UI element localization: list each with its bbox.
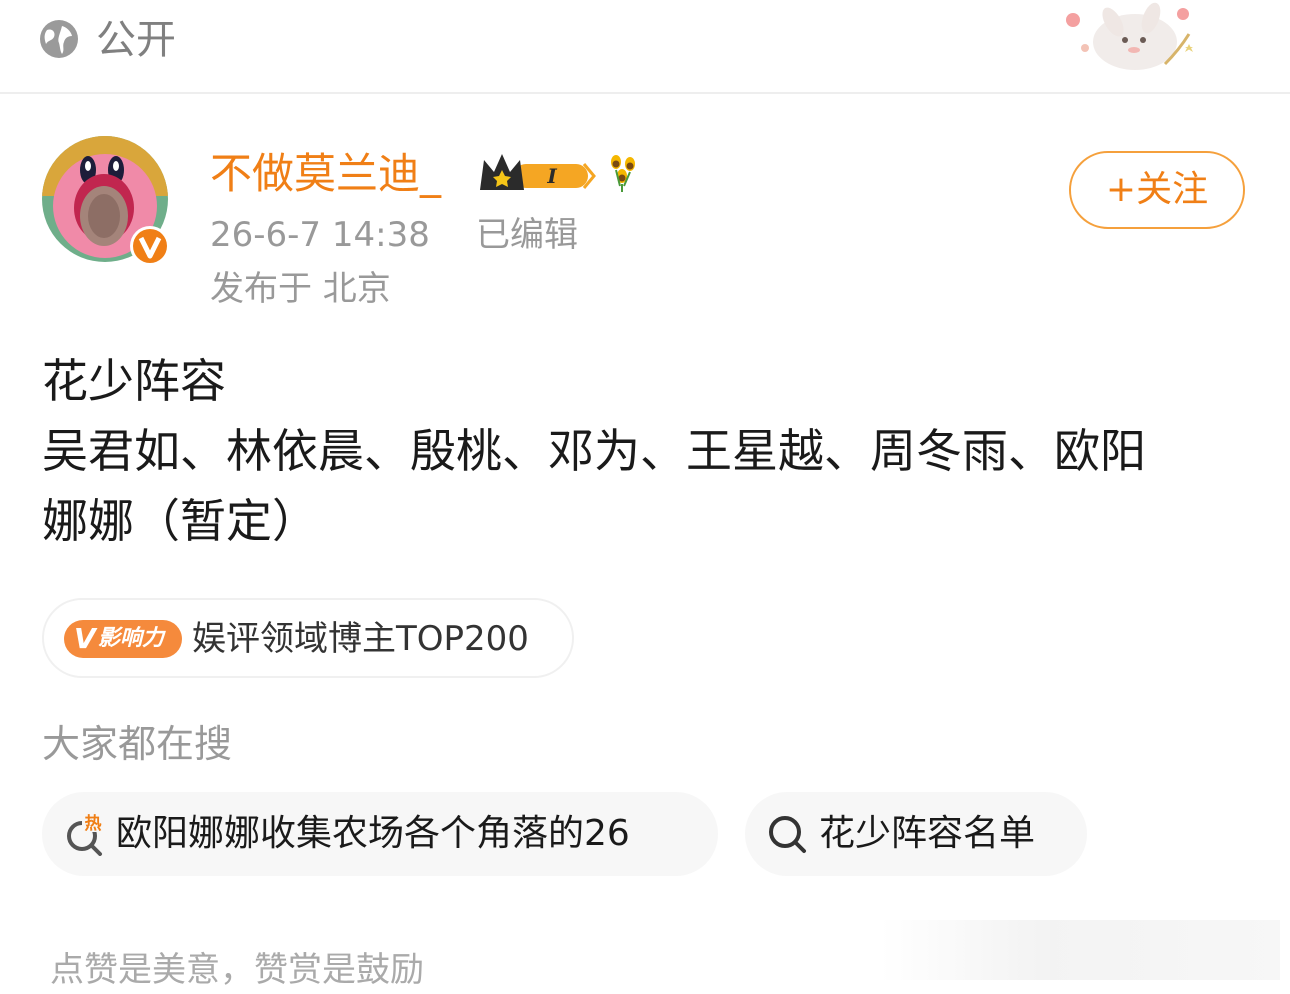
member-level: I bbox=[546, 164, 557, 188]
search-chip-text: 花少阵容名单 bbox=[819, 813, 1036, 854]
bunny-sticker bbox=[1066, 2, 1193, 70]
author-name[interactable]: 不做莫兰迪_ bbox=[210, 148, 441, 200]
top-bar: 公开 bbox=[0, 0, 1290, 94]
post-content-line: 吴君如、林依晨、殷桃、邓为、王星越、周冬雨、欧阳 bbox=[42, 424, 1146, 478]
post-content-line: 花少阵容 bbox=[42, 354, 226, 408]
influence-badge-label: 影响力 bbox=[98, 626, 165, 651]
crown-level-badge[interactable]: I bbox=[476, 150, 596, 198]
sunflower-icon bbox=[611, 155, 635, 192]
reward-text: 点赞是美意，赞赏是鼓励 bbox=[50, 950, 424, 990]
post-content: 花少阵容 吴君如、林依晨、殷桃、邓为、王星越、周冬雨、欧阳 娜娜（暂定） bbox=[42, 346, 1242, 556]
influence-badge-v: V bbox=[74, 622, 96, 655]
search-section-title: 大家都在搜 bbox=[42, 722, 233, 766]
reward-area-blurred bbox=[880, 920, 1280, 980]
hot-search-icon: 热 bbox=[67, 812, 104, 856]
influence-badge: V 影响力 bbox=[64, 620, 182, 658]
hot-label: 热 bbox=[85, 813, 102, 834]
visibility-label[interactable]: 公开 bbox=[96, 14, 176, 66]
edited-label[interactable]: 已编辑 bbox=[476, 212, 578, 258]
post-content-line: 娜娜（暂定） bbox=[42, 494, 318, 548]
post-time: 26-6-7 14:38 bbox=[210, 215, 430, 255]
influence-text: 娱评领域博主TOP200 bbox=[192, 619, 529, 659]
search-icon bbox=[769, 816, 806, 853]
follow-button[interactable]: +关注 bbox=[1069, 151, 1245, 229]
globe-icon bbox=[40, 20, 78, 58]
influence-tag[interactable]: V 影响力 娱评领域博主TOP200 bbox=[42, 598, 574, 678]
v-badge-icon bbox=[130, 226, 170, 266]
hot-search-chip[interactable]: 热 欧阳娜娜收集农场各个角落的26 bbox=[42, 792, 718, 876]
post-location: 发布于 北京 bbox=[210, 269, 391, 309]
search-chip[interactable]: 花少阵容名单 bbox=[745, 792, 1087, 876]
hot-search-text: 欧阳娜娜收集农场各个角落的26 bbox=[116, 813, 630, 854]
